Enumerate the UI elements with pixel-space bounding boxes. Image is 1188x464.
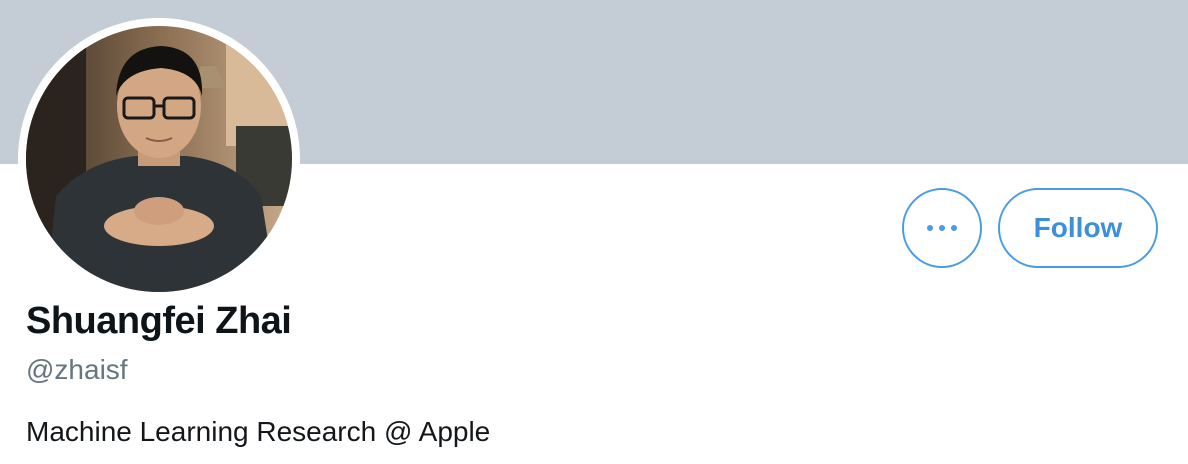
more-options-button[interactable] [902, 188, 982, 268]
avatar[interactable] [18, 18, 300, 300]
profile-actions: Follow [902, 188, 1158, 268]
profile-bio: Machine Learning Research @ Apple [26, 416, 491, 447]
more-horizontal-icon [927, 225, 957, 231]
profile-handle: @zhaisf [26, 354, 128, 385]
follow-button[interactable]: Follow [998, 188, 1158, 268]
profile-header: Follow Shuangfei Zhai @zhaisf Machine Le… [0, 0, 1188, 464]
avatar-photo [26, 26, 292, 292]
profile-name: Shuangfei Zhai [26, 300, 292, 342]
